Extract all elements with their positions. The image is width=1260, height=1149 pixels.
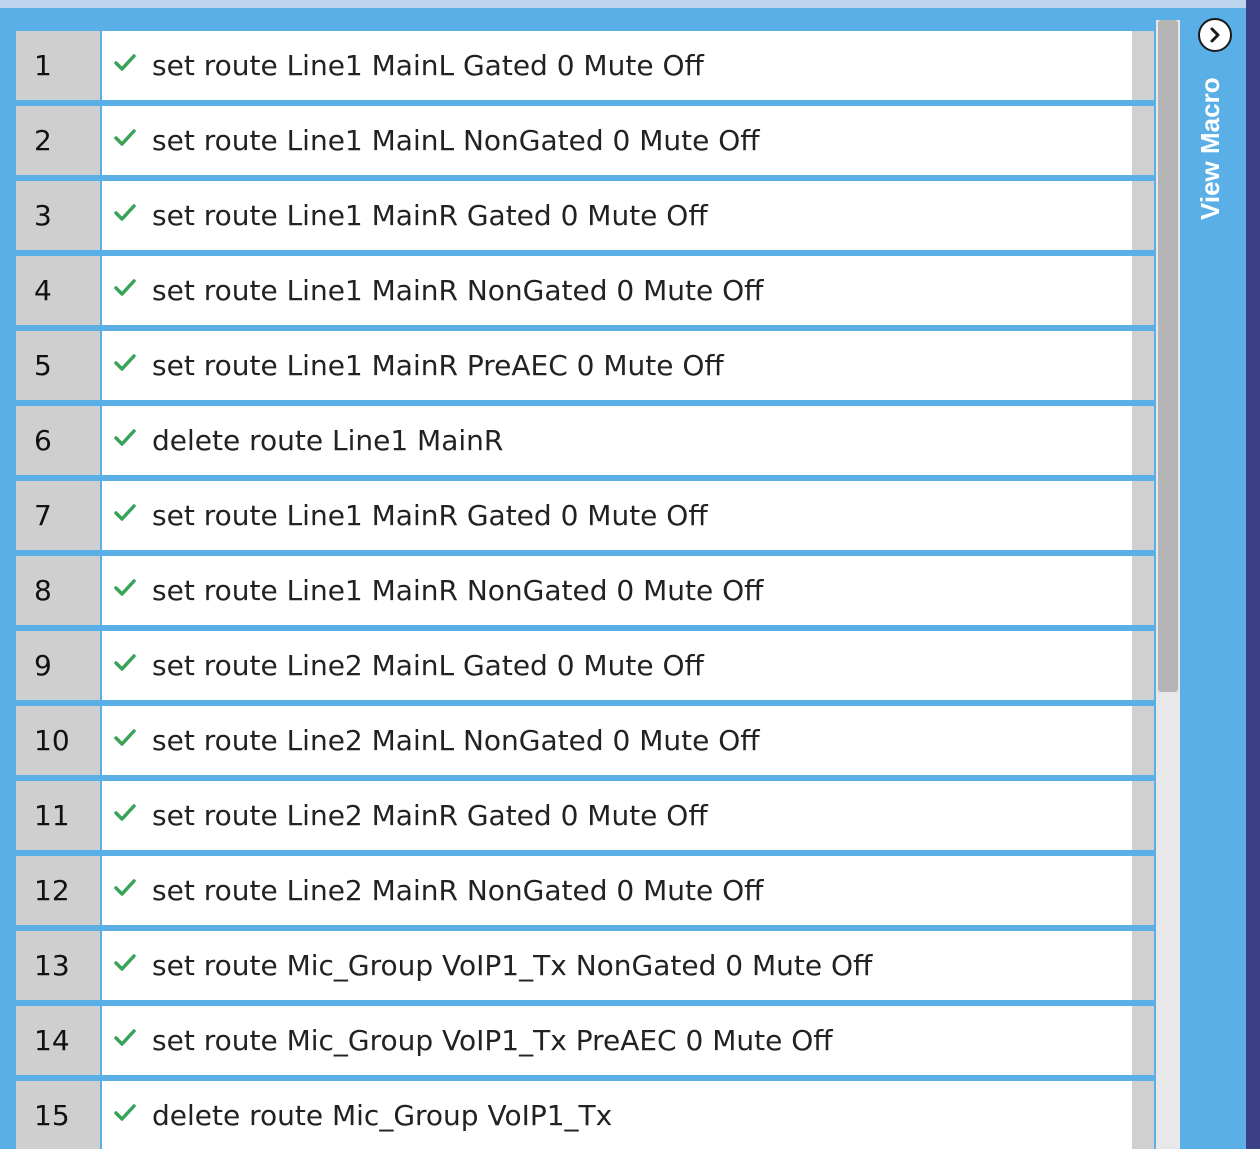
command-cell[interactable]: set route Line1 MainR PreAEC 0 Mute Off xyxy=(102,331,1154,400)
command-text: set route Line1 MainR PreAEC 0 Mute Off xyxy=(152,349,724,382)
view-macro-tab[interactable]: View Macro xyxy=(1182,8,1246,1149)
command-text: set route Mic_Group VoIP1_Tx PreAEC 0 Mu… xyxy=(152,1024,833,1057)
row-number: 13 xyxy=(16,931,100,1000)
list-item[interactable]: 8 set route Line1 MainR NonGated 0 Mute O… xyxy=(14,556,1154,625)
row-number: 2 xyxy=(16,106,100,175)
command-cell[interactable]: set route Line1 MainR NonGated 0 Mute Of… xyxy=(102,256,1154,325)
command-text: set route Line1 MainL NonGated 0 Mute Of… xyxy=(152,124,760,157)
checkmark-icon xyxy=(114,654,136,671)
command-cell[interactable]: set route Line1 MainR Gated 0 Mute Off xyxy=(102,481,1154,550)
list-item[interactable]: 1 set route Line1 MainL Gated 0 Mute Off xyxy=(14,31,1154,100)
command-text: set route Line1 MainR Gated 0 Mute Off xyxy=(152,199,708,232)
list-item[interactable]: 12 set route Line2 MainR NonGated 0 Mute … xyxy=(14,856,1154,925)
checkmark-icon xyxy=(114,804,136,821)
row-number: 12 xyxy=(16,856,100,925)
row-number: 8 xyxy=(16,556,100,625)
scrollbar-thumb[interactable] xyxy=(1158,20,1178,692)
checkmark-icon xyxy=(114,129,136,146)
row-number: 3 xyxy=(16,181,100,250)
view-macro-label[interactable]: View Macro xyxy=(1190,77,1230,220)
panel-top-border xyxy=(0,0,1246,8)
row-number: 15 xyxy=(16,1081,100,1149)
command-text: set route Line2 MainR NonGated 0 Mute Of… xyxy=(152,874,764,907)
command-cell[interactable]: set route Mic_Group VoIP1_Tx PreAEC 0 Mu… xyxy=(102,1006,1154,1075)
list-item[interactable]: 9 set route Line2 MainL Gated 0 Mute Off xyxy=(14,631,1154,700)
chevron-right-icon xyxy=(1210,27,1220,43)
command-text: set route Line1 MainL Gated 0 Mute Off xyxy=(152,49,704,82)
command-cell[interactable]: set route Line2 MainL NonGated 0 Mute Of… xyxy=(102,706,1154,775)
command-text: set route Line1 MainR NonGated 0 Mute Of… xyxy=(152,274,764,307)
checkmark-icon xyxy=(114,429,136,446)
command-text: set route Line2 MainR Gated 0 Mute Off xyxy=(152,799,708,832)
row-number: 5 xyxy=(16,331,100,400)
list-item[interactable]: 2 set route Line1 MainL NonGated 0 Mute O… xyxy=(14,106,1154,175)
command-text: delete route Line1 MainR xyxy=(152,424,504,457)
checkmark-icon xyxy=(114,354,136,371)
command-cell[interactable]: set route Line2 MainR NonGated 0 Mute Of… xyxy=(102,856,1154,925)
row-number: 7 xyxy=(16,481,100,550)
row-number: 11 xyxy=(16,781,100,850)
command-cell[interactable]: set route Line1 MainR NonGated 0 Mute Of… xyxy=(102,556,1154,625)
list-item[interactable]: 13 set route Mic_Group VoIP1_Tx NonGated … xyxy=(14,931,1154,1000)
macro-panel: 1 set route Line1 MainL Gated 0 Mute Off 2… xyxy=(0,0,1246,1149)
checkmark-icon xyxy=(114,954,136,971)
command-text: set route Line2 MainL NonGated 0 Mute Of… xyxy=(152,724,760,757)
row-number: 10 xyxy=(16,706,100,775)
row-number: 1 xyxy=(16,31,100,100)
command-cell[interactable]: set route Line1 MainL Gated 0 Mute Off xyxy=(102,31,1154,100)
command-cell[interactable]: set route Line1 MainR Gated 0 Mute Off xyxy=(102,181,1154,250)
list-item[interactable]: 5 set route Line1 MainR PreAEC 0 Mute Off xyxy=(14,331,1154,400)
command-text: set route Line1 MainR Gated 0 Mute Off xyxy=(152,499,708,532)
checkmark-icon xyxy=(114,279,136,296)
command-text: set route Line1 MainR NonGated 0 Mute Of… xyxy=(152,574,764,607)
command-cell[interactable]: set route Line1 MainL NonGated 0 Mute Of… xyxy=(102,106,1154,175)
checkmark-icon xyxy=(114,504,136,521)
list-item[interactable]: 3 set route Line1 MainR Gated 0 Mute Off xyxy=(14,181,1154,250)
checkmark-icon xyxy=(114,879,136,896)
list-item[interactable]: 6 delete route Line1 MainR xyxy=(14,406,1154,475)
list-item[interactable]: 4 set route Line1 MainR NonGated 0 Mute O… xyxy=(14,256,1154,325)
command-cell[interactable]: delete route Mic_Group VoIP1_Tx xyxy=(102,1081,1154,1149)
command-text: delete route Mic_Group VoIP1_Tx xyxy=(152,1099,613,1132)
checkmark-icon xyxy=(114,729,136,746)
command-cell[interactable]: delete route Line1 MainR xyxy=(102,406,1154,475)
command-cell[interactable]: set route Line2 MainL Gated 0 Mute Off xyxy=(102,631,1154,700)
list-item[interactable]: 10 set route Line2 MainL NonGated 0 Mute … xyxy=(14,706,1154,775)
vertical-scrollbar[interactable] xyxy=(1156,20,1180,1149)
list-item[interactable]: 15 delete route Mic_Group VoIP1_Tx xyxy=(14,1081,1154,1149)
expand-button[interactable] xyxy=(1198,18,1232,52)
command-text: set route Line2 MainL Gated 0 Mute Off xyxy=(152,649,704,682)
window-edge xyxy=(1246,0,1260,1149)
command-text: set route Mic_Group VoIP1_Tx NonGated 0 … xyxy=(152,949,873,982)
checkmark-icon xyxy=(114,1029,136,1046)
list-item[interactable]: 7 set route Line1 MainR Gated 0 Mute Off xyxy=(14,481,1154,550)
checkmark-icon xyxy=(114,204,136,221)
row-number: 14 xyxy=(16,1006,100,1075)
checkmark-icon xyxy=(114,579,136,596)
macro-command-list: 1 set route Line1 MainL Gated 0 Mute Off 2… xyxy=(14,20,1154,1149)
row-number: 6 xyxy=(16,406,100,475)
command-cell[interactable]: set route Mic_Group VoIP1_Tx NonGated 0 … xyxy=(102,931,1154,1000)
checkmark-icon xyxy=(114,54,136,71)
list-item[interactable]: 11 set route Line2 MainR Gated 0 Mute Off xyxy=(14,781,1154,850)
list-item[interactable]: 14 set route Mic_Group VoIP1_Tx PreAEC 0 … xyxy=(14,1006,1154,1075)
row-number: 9 xyxy=(16,631,100,700)
command-cell[interactable]: set route Line2 MainR Gated 0 Mute Off xyxy=(102,781,1154,850)
row-number: 4 xyxy=(16,256,100,325)
checkmark-icon xyxy=(114,1104,136,1121)
